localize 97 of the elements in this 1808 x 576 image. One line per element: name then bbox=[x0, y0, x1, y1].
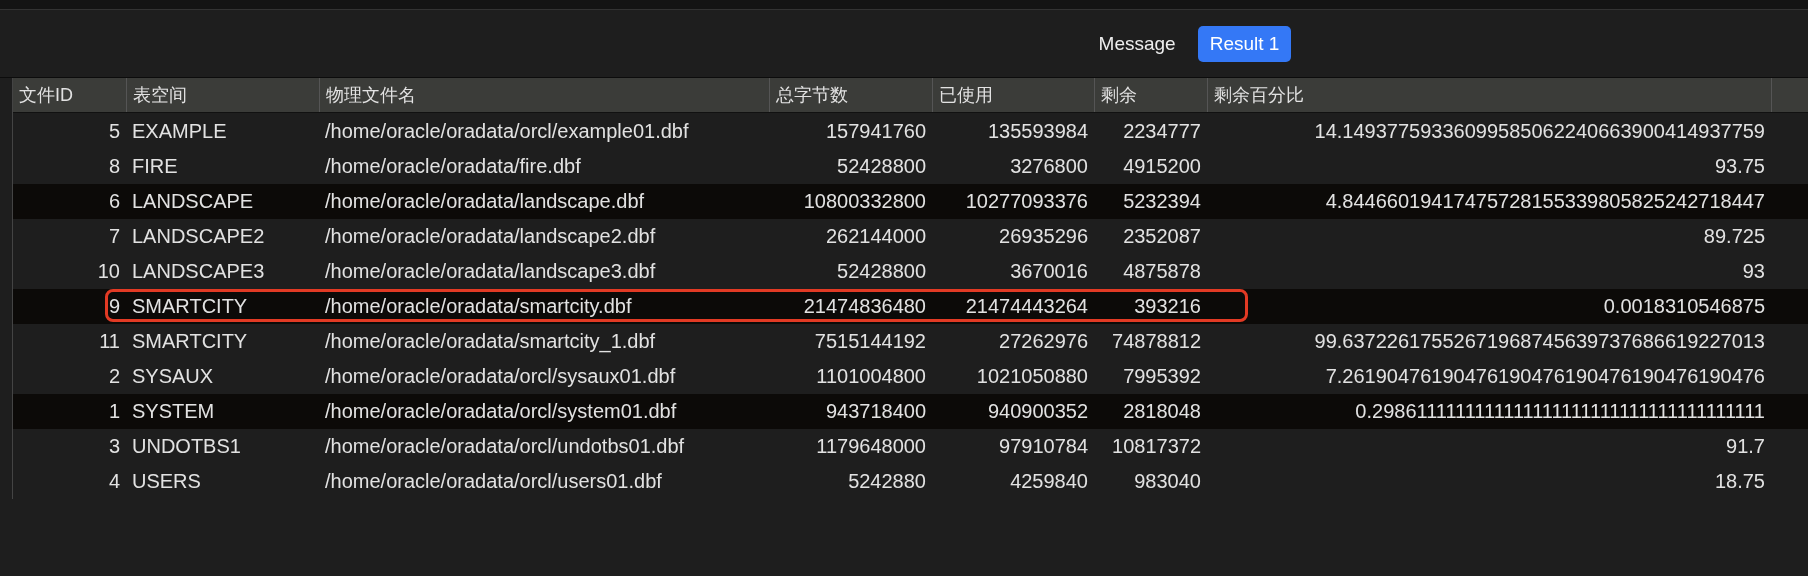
table-cell-text: SYSAUX bbox=[131, 365, 215, 388]
table-cell-text: 943718400 bbox=[824, 400, 927, 423]
table-cell-text: FIRE bbox=[131, 155, 179, 178]
table-cell-text: 0.0018310546875 bbox=[1602, 295, 1766, 318]
table-cell-text: /home/oracle/oradata/landscape.dbf bbox=[324, 190, 646, 213]
table-cell-text: /home/oracle/oradata/landscape2.dbf bbox=[324, 225, 657, 248]
table-cell-text: /home/oracle/oradata/orcl/undotbs01.dbf bbox=[324, 435, 686, 458]
table-row[interactable]: 9 SMARTCITY /home/oracle/oradata/smartcity.dbf 21474836480 21474443264 393216 0.0018310546875 bbox=[13, 289, 1808, 324]
table-cell-text: 1 bbox=[107, 400, 121, 423]
table-cell-text: SMARTCITY bbox=[131, 330, 249, 353]
table-cell-text: 7 bbox=[107, 225, 121, 248]
table-cell-text: 157941760 bbox=[824, 120, 927, 143]
table-cell-text: 6 bbox=[107, 190, 121, 213]
table-cell-text: 7515144192 bbox=[813, 330, 927, 353]
table-cell-text: 14.14937759336099585062240663900414937759 bbox=[1313, 120, 1766, 143]
table-cell-text: 91.7 bbox=[1725, 435, 1766, 458]
table-cell-text: EXAMPLE bbox=[131, 120, 228, 143]
table-cell-text: 393216 bbox=[1133, 295, 1202, 318]
table-cell-text: 18.75 bbox=[1713, 470, 1766, 493]
table-cell-text: /home/oracle/oradata/orcl/users01.dbf bbox=[324, 470, 663, 493]
table-cell-text: 4 bbox=[107, 470, 121, 493]
table-cell-text: 2234777 bbox=[1122, 120, 1202, 143]
table-cell-text: /home/oracle/oradata/orcl/sysaux01.dbf bbox=[324, 365, 677, 388]
table-cell-text: 52428800 bbox=[836, 155, 927, 178]
table-cell-text: 93.75 bbox=[1713, 155, 1766, 178]
column-header[interactable]: 物理文件名 bbox=[319, 78, 769, 112]
table-cell-text: SMARTCITY bbox=[131, 295, 249, 318]
table-cell-text: 4915200 bbox=[1122, 155, 1202, 178]
table-cell-text: 10800332800 bbox=[802, 190, 927, 213]
table-row[interactable]: 5 EXAMPLE /home/oracle/oradata/orcl/example01.dbf 157941760 135593984 2234777 14.14937759336099585062240663900414937759 bbox=[13, 114, 1808, 149]
table-cell-text: 10 bbox=[96, 260, 121, 283]
column-header[interactable]: 剩余 bbox=[1094, 78, 1207, 112]
table-cell-text: 1101004800 bbox=[815, 365, 927, 388]
table-cell-text: /home/oracle/oradata/fire.dbf bbox=[324, 155, 582, 178]
table-cell-text: 27262976 bbox=[998, 330, 1089, 353]
table-cell-text: /home/oracle/oradata/smartcity_1.dbf bbox=[324, 330, 657, 353]
table-cell-text: 8 bbox=[107, 155, 121, 178]
table-row[interactable]: 6 LANDSCAPE /home/oracle/oradata/landscape.dbf 10800332800 10277093376 5232394 4.84466019417475728155339805825242718447 bbox=[13, 184, 1808, 219]
table-row[interactable]: 1 SYSTEM /home/oracle/oradata/orcl/system01.dbf 943718400 940900352 2818048 0.2986111111111111111111111111111111111111 bbox=[13, 394, 1808, 429]
table-cell-text: 93 bbox=[1741, 260, 1766, 283]
column-header[interactable]: 总字节数 bbox=[769, 78, 932, 112]
table-cell-text: 4.84466019417475728155339805825242718447 bbox=[1324, 190, 1766, 213]
table-cell-text: 0.2986111111111111111111111111111111111111 bbox=[1354, 400, 1766, 423]
table-cell-text: 4259840 bbox=[1009, 470, 1089, 493]
table-cell-text: 21474443264 bbox=[964, 295, 1089, 318]
table-cell-text: 10817372 bbox=[1111, 435, 1202, 458]
table-cell-text: /home/oracle/oradata/orcl/example01.dbf bbox=[324, 120, 690, 143]
table-cell-text: 11 bbox=[98, 330, 121, 353]
table-row[interactable]: 8 FIRE /home/oracle/oradata/fire.dbf 52428800 3276800 4915200 93.75 bbox=[13, 149, 1808, 184]
table-row[interactable]: 4 USERS /home/oracle/oradata/orcl/users01.dbf 5242880 4259840 983040 18.75 bbox=[13, 464, 1808, 499]
table-cell-text: 5232394 bbox=[1122, 190, 1202, 213]
column-header[interactable]: 剩余百分比 bbox=[1207, 78, 1771, 112]
table-cell-text: UNDOTBS1 bbox=[131, 435, 242, 458]
column-header[interactable]: 文件ID bbox=[13, 78, 126, 112]
table-cell-text: 2818048 bbox=[1122, 400, 1202, 423]
table-cell-text: LANDSCAPE bbox=[131, 190, 255, 213]
table-cell-text: SYSTEM bbox=[131, 400, 216, 423]
table-row[interactable]: 10 LANDSCAPE3 /home/oracle/oradata/landscape3.dbf 52428800 3670016 4875878 93 bbox=[13, 254, 1808, 289]
table-cell-text: 7995392 bbox=[1122, 365, 1202, 388]
table-cell-text: 52428800 bbox=[836, 260, 927, 283]
table-cell-text: /home/oracle/oradata/orcl/system01.dbf bbox=[324, 400, 678, 423]
table-cell-text: 983040 bbox=[1133, 470, 1202, 493]
table-row[interactable]: 11 SMARTCITY /home/oracle/oradata/smartcity_1.dbf 7515144192 27262976 74878812 99.63722617552671968745639737686619227013 bbox=[13, 324, 1808, 359]
table-cell-text: 9 bbox=[107, 295, 121, 318]
table-cell-text: 2 bbox=[107, 365, 121, 388]
table-cell-text: 135593984 bbox=[986, 120, 1089, 143]
table-cell-text: LANDSCAPE3 bbox=[131, 260, 266, 283]
table-cell-text: LANDSCAPE2 bbox=[131, 225, 266, 248]
table-row[interactable]: 3 UNDOTBS1 /home/oracle/oradata/orcl/undotbs01.dbf 1179648000 97910784 10817372 91.7 bbox=[13, 429, 1808, 464]
table-cell-text: 97910784 bbox=[998, 435, 1089, 458]
table-cell-text: 4875878 bbox=[1122, 260, 1202, 283]
table-cell-text: 940900352 bbox=[986, 400, 1089, 423]
table-cell-text: /home/oracle/oradata/smartcity.dbf bbox=[324, 295, 633, 318]
table-cell-text: 2352087 bbox=[1122, 225, 1202, 248]
table-cell-text: 99.63722617552671968745639737686619227013 bbox=[1313, 330, 1766, 353]
table-cell-text: 26935296 bbox=[998, 225, 1089, 248]
table-cell-text: 262144000 bbox=[824, 225, 927, 248]
table-cell-text: 7.26190476190476190476190476190476190476 bbox=[1324, 365, 1766, 388]
table-cell-text: 10277093376 bbox=[964, 190, 1089, 213]
table-cell-text: 21474836480 bbox=[802, 295, 927, 318]
table-cell-text: 3 bbox=[107, 435, 121, 458]
table-cell-text: USERS bbox=[131, 470, 202, 493]
column-header[interactable]: 已使用 bbox=[932, 78, 1094, 112]
table-cell-text: 1179648000 bbox=[815, 435, 927, 458]
table-cell-text: 89.725 bbox=[1702, 225, 1766, 248]
column-header[interactable]: 表空间 bbox=[126, 78, 319, 112]
result-tab[interactable]: Message bbox=[1086, 25, 1188, 62]
table-cell-text: 5 bbox=[107, 120, 121, 143]
result-tab[interactable]: Result 1 bbox=[1197, 25, 1292, 62]
table-cell-text: 1021050880 bbox=[975, 365, 1089, 388]
table-cell-text: 5242880 bbox=[847, 470, 927, 493]
table-cell-text: 3276800 bbox=[1009, 155, 1089, 178]
table-row[interactable]: 2 SYSAUX /home/oracle/oradata/orcl/sysaux01.dbf 1101004800 1021050880 7995392 7.26190476190476190476190476190476190476 bbox=[13, 359, 1808, 394]
table-cell-text: /home/oracle/oradata/landscape3.dbf bbox=[324, 260, 657, 283]
table-cell-text: 74878812 bbox=[1111, 330, 1202, 353]
table-row[interactable]: 7 LANDSCAPE2 /home/oracle/oradata/landscape2.dbf 262144000 26935296 2352087 89.725 bbox=[13, 219, 1808, 254]
table-cell-text: 3670016 bbox=[1009, 260, 1089, 283]
